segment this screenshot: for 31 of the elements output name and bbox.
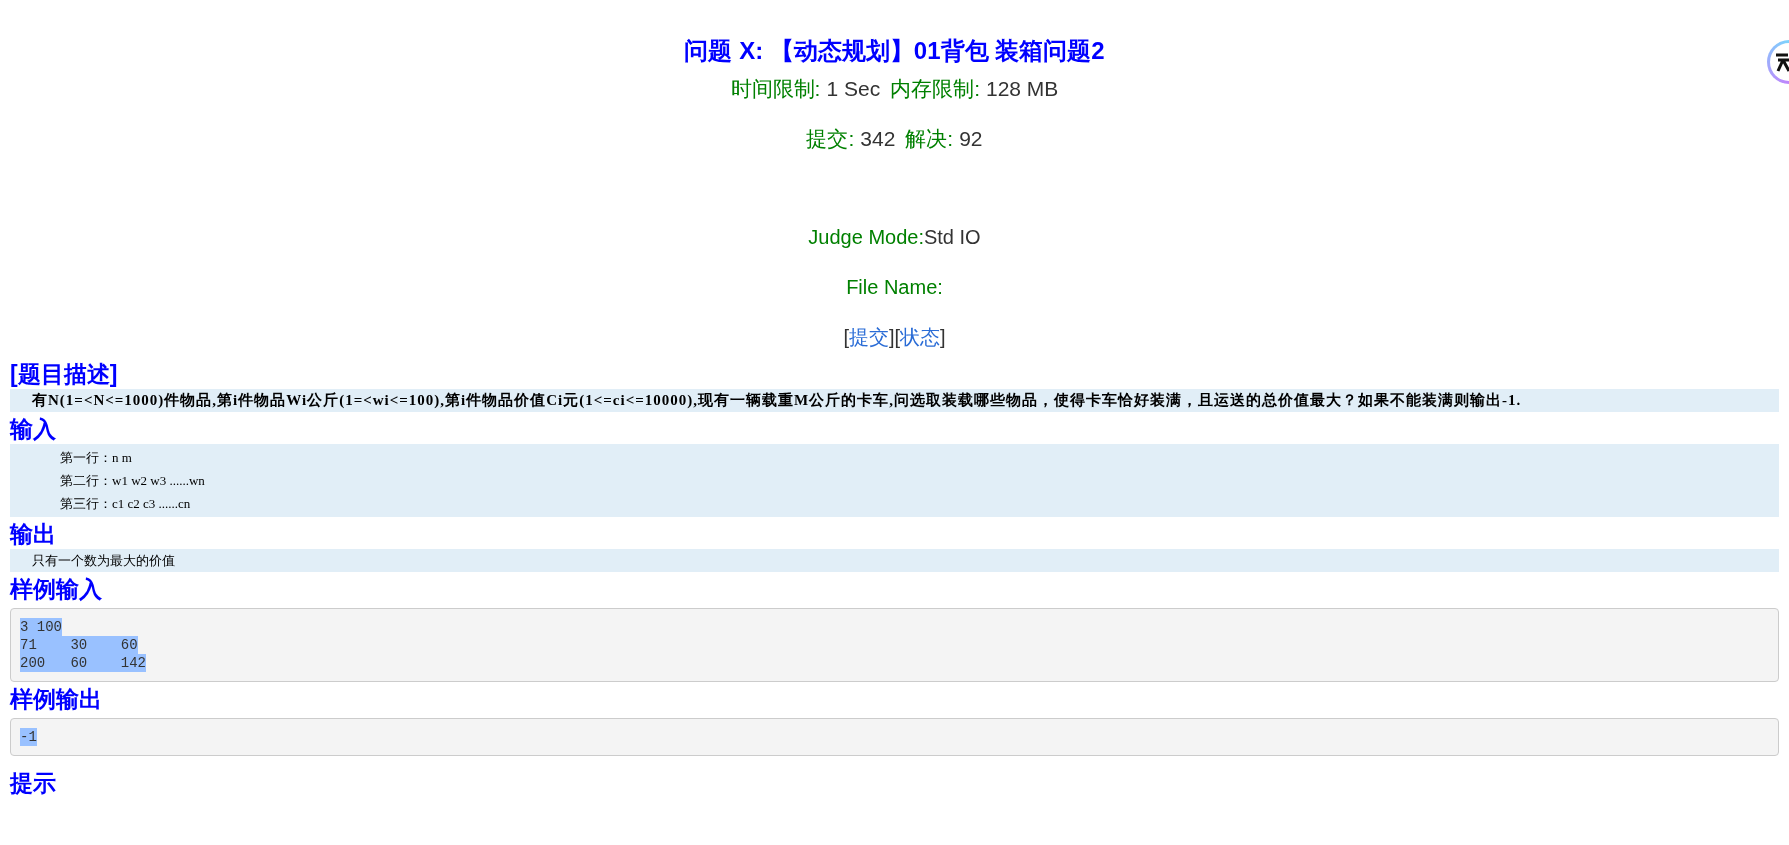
- section-heading: 提示: [10, 769, 56, 798]
- stat-label: 解决:: [905, 126, 954, 152]
- content-line: 第三行：c1 c2 c3 ......cn: [60, 495, 191, 513]
- sample-text: -1: [20, 728, 37, 746]
- stat-label: 提交:: [806, 126, 855, 152]
- judge-mode-label: Judge Mode:: [808, 225, 924, 250]
- content-line: 有N(1=<N<=1000)件物品,第i件物品Wi公斤(1=<wi<=100),第i件物品价值Ci元(1<=ci<=10000),现有一辆载重M公斤的卡车,问选取装载哪些物品，使得卡车恰好装满，且运送的总价值最大？如果不能装满则输出-1.: [32, 391, 1522, 410]
- limit-value: 1 Sec: [826, 76, 881, 102]
- bracket: ]: [940, 325, 946, 350]
- limit-label: 时间限制:: [730, 76, 821, 102]
- section-heading: 输出: [10, 520, 56, 549]
- nav-link[interactable]: 提交: [848, 323, 889, 351]
- content-line: 第一行：n m: [60, 449, 132, 467]
- section-heading: 样例输入: [10, 575, 102, 604]
- section-heading: [题目描述]: [10, 360, 118, 389]
- section-heading: 输入: [10, 415, 56, 444]
- bracket: ]: [888, 325, 895, 350]
- bracket: [: [843, 325, 849, 350]
- content-line: 只有一个数为最大的价值: [32, 552, 175, 570]
- section-heading: 样例输出: [10, 685, 102, 714]
- nav-link[interactable]: 状态: [900, 323, 941, 351]
- judge-mode-value: Std IO: [923, 225, 981, 250]
- stat-value: 92: [959, 126, 983, 152]
- content-line: 第二行：w1 w2 w3 ......wn: [60, 472, 205, 490]
- sample-text: 3 100 71 30 60 200 60 142: [20, 618, 147, 672]
- problem-title: 问题 X: 【动态规划】01背包 装箱问题2: [684, 36, 1105, 66]
- limit-value: 128 MB: [986, 76, 1059, 102]
- stat-value: 342: [860, 126, 896, 152]
- file-name-label: File Name:: [846, 275, 943, 300]
- limit-label: 内存限制:: [890, 76, 980, 102]
- bracket: [: [894, 325, 901, 350]
